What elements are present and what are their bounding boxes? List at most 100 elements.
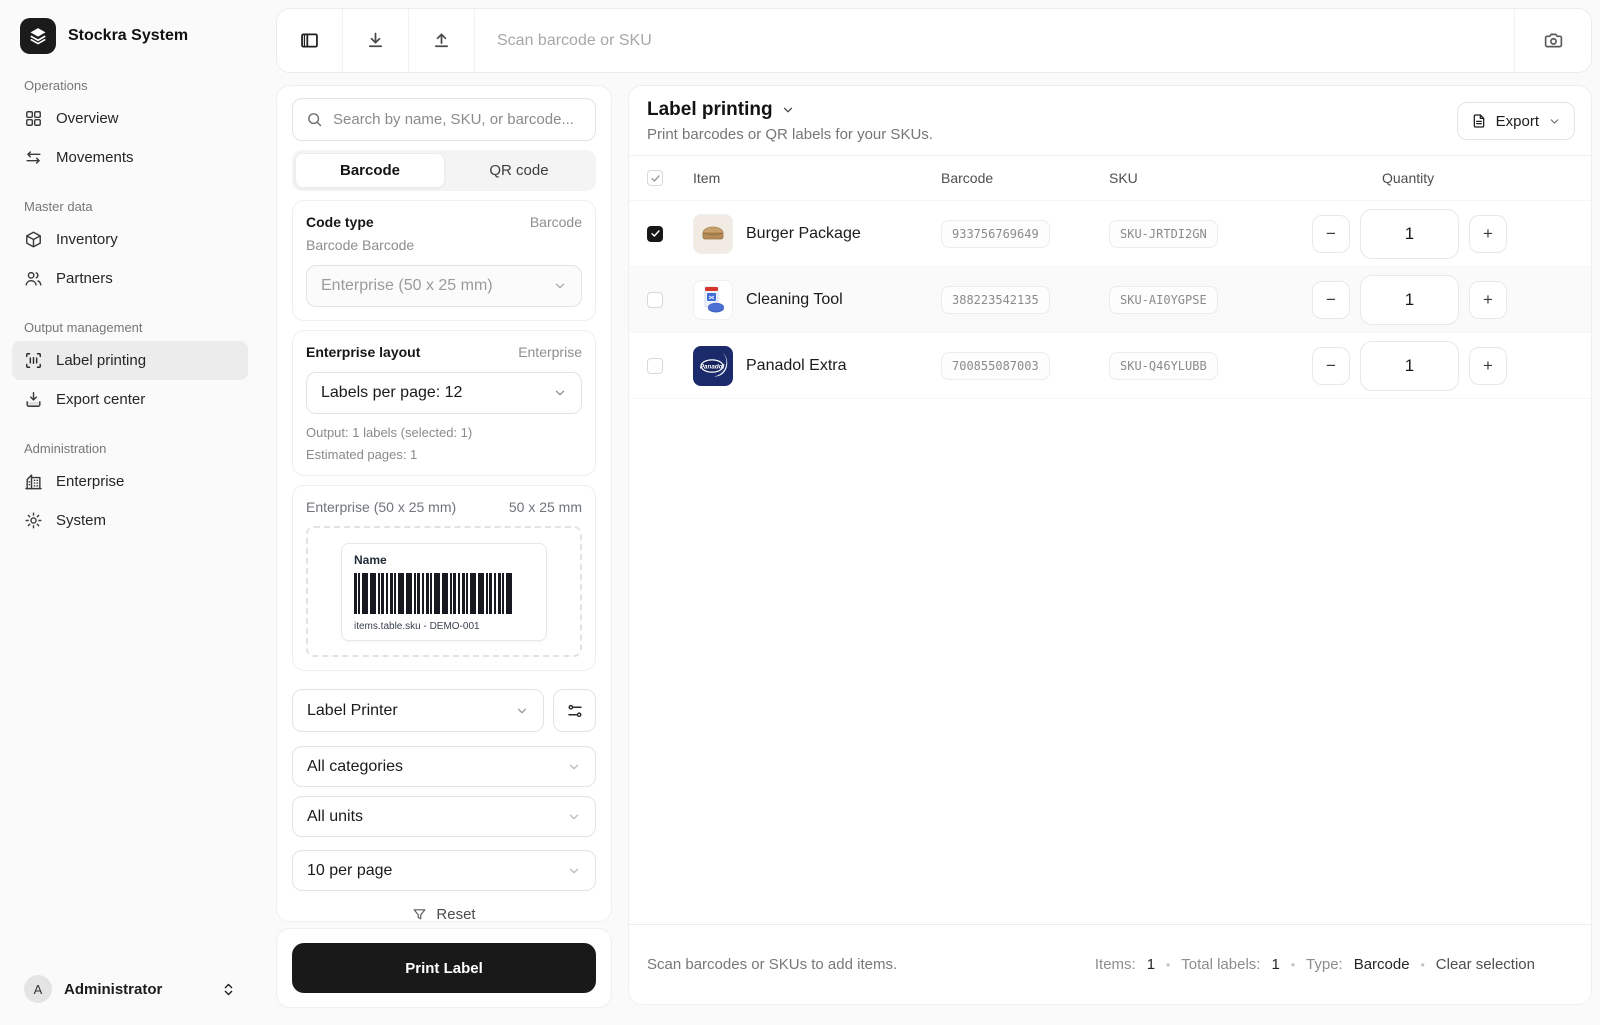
chevron-down-icon bbox=[1548, 115, 1561, 128]
unit-filter-value: All units bbox=[307, 807, 364, 825]
sidebar-item-partners[interactable]: Partners bbox=[12, 259, 248, 298]
sidebar-item-export-center[interactable]: Export center bbox=[12, 380, 248, 419]
user-menu[interactable]: A Administrator bbox=[12, 967, 248, 1011]
page-size-select[interactable]: 10 per page bbox=[292, 850, 596, 891]
users-icon bbox=[24, 269, 43, 288]
sidebar-item-label-printing[interactable]: Label printing bbox=[12, 341, 248, 380]
upload-icon bbox=[431, 30, 452, 51]
row-checkbox[interactable] bbox=[647, 225, 663, 242]
export-button[interactable]: Export bbox=[1456, 102, 1575, 140]
page-size-value: 10 per page bbox=[307, 861, 393, 879]
quantity-decrease-button[interactable]: − bbox=[1312, 280, 1350, 319]
print-label-button[interactable]: Print Label bbox=[292, 943, 596, 993]
labels-per-page-value: Labels per page: 12 bbox=[321, 384, 463, 401]
import-button[interactable] bbox=[343, 9, 409, 72]
pages-summary: Estimated pages: 1 bbox=[306, 447, 418, 462]
sidebar-item-system[interactable]: System bbox=[12, 501, 248, 540]
page-title: Label printing bbox=[647, 99, 773, 120]
search-icon bbox=[306, 111, 323, 128]
select-all-checkbox[interactable] bbox=[647, 170, 663, 186]
quantity-increase-button[interactable]: + bbox=[1469, 346, 1507, 385]
chevron-down-icon bbox=[567, 864, 581, 878]
tab-qr-code[interactable]: QR code bbox=[445, 153, 593, 188]
sku-badge: SKU-JRTDI2GN bbox=[1109, 219, 1218, 248]
chevron-down-icon bbox=[553, 386, 567, 400]
sidebar-item-label: System bbox=[56, 512, 107, 529]
preview-template-name: Enterprise (50 x 25 mm) bbox=[306, 499, 457, 515]
sidebar-item-label: Enterprise bbox=[56, 473, 125, 490]
barcode-badge: 388223542135 bbox=[941, 285, 1050, 314]
quantity-input[interactable] bbox=[1360, 340, 1459, 391]
quantity-decrease-button[interactable]: − bbox=[1312, 346, 1350, 385]
scan-hint: Scan barcodes or SKUs to add items. bbox=[647, 956, 898, 973]
reset-filters-button[interactable]: Reset bbox=[292, 906, 596, 922]
quantity-input[interactable] bbox=[1360, 208, 1459, 259]
sliders-icon bbox=[566, 702, 584, 720]
separator-dot: • bbox=[1166, 957, 1171, 972]
barcode-badge: 933756769649 bbox=[941, 219, 1050, 248]
sidebar-item-movements[interactable]: Movements bbox=[12, 138, 248, 177]
sidebar-item-inventory[interactable]: Inventory bbox=[12, 220, 248, 259]
clear-selection-button[interactable]: Clear selection bbox=[1436, 956, 1535, 973]
section-label-master-data: Master data bbox=[24, 199, 93, 214]
layout-title: Enterprise layout bbox=[306, 344, 421, 360]
minus-icon: − bbox=[1326, 355, 1336, 375]
code-type-tabs: Barcode QR code bbox=[292, 150, 596, 191]
separator-dot: • bbox=[1290, 957, 1296, 972]
print-action-card: Print Label bbox=[276, 928, 612, 1008]
download-tray-icon bbox=[24, 390, 43, 409]
template-select[interactable]: Enterprise (50 x 25 mm) bbox=[306, 265, 582, 307]
code-type-title: Code type bbox=[306, 214, 374, 230]
column-header-sku: SKU bbox=[1109, 170, 1138, 186]
reset-label: Reset bbox=[436, 906, 476, 922]
section-label-operations: Operations bbox=[24, 78, 88, 93]
label-config-panel: Barcode QR code Code type Barcode Barcod… bbox=[276, 85, 612, 922]
table-row: Burger Package 933756769649 SKU-JRTDI2GN… bbox=[629, 201, 1591, 267]
status-bar: Scan barcodes or SKUs to add items. Item… bbox=[629, 924, 1591, 1004]
stockra-logo bbox=[20, 18, 56, 54]
sidebar-item-enterprise[interactable]: Enterprise bbox=[12, 462, 248, 501]
sidebar-toggle-button[interactable] bbox=[277, 9, 343, 72]
total-labels-label: Total labels: bbox=[1181, 956, 1261, 973]
printer-select-value: Label Printer bbox=[307, 701, 398, 719]
quantity-increase-button[interactable]: + bbox=[1469, 214, 1507, 253]
label-name-text: Name bbox=[354, 552, 387, 567]
item-name: Cleaning Tool bbox=[746, 290, 843, 308]
column-header-quantity: Quantity bbox=[1382, 170, 1435, 186]
scan-toolbar bbox=[276, 8, 1592, 73]
tab-barcode[interactable]: Barcode bbox=[295, 153, 445, 188]
chevron-down-icon bbox=[553, 279, 567, 293]
camera-icon bbox=[1543, 30, 1564, 51]
scan-input[interactable] bbox=[475, 9, 1514, 72]
building-icon bbox=[24, 472, 43, 491]
table-row: Panadol Panadol Extra 700855087003 SKU-Q… bbox=[629, 333, 1591, 399]
product-search[interactable] bbox=[292, 98, 596, 141]
chevron-down-icon bbox=[567, 760, 581, 774]
export-upload-button[interactable] bbox=[409, 9, 475, 72]
code-type-card: Code type Barcode Barcode Barcode Enterp… bbox=[292, 200, 596, 321]
sidebar-item-label: Label printing bbox=[56, 352, 147, 369]
avatar: A bbox=[24, 975, 52, 1003]
row-checkbox[interactable] bbox=[647, 357, 663, 374]
printer-settings-button[interactable] bbox=[553, 689, 596, 732]
product-search-input[interactable] bbox=[333, 111, 582, 128]
quantity-increase-button[interactable]: + bbox=[1469, 280, 1507, 319]
barcode-bars bbox=[354, 572, 512, 614]
preview-sheet: Name items.table.sku - DEMO-001 bbox=[306, 526, 582, 657]
label-preview: Name items.table.sku - DEMO-001 bbox=[341, 542, 547, 641]
quantity-input[interactable] bbox=[1360, 274, 1459, 325]
row-checkbox[interactable] bbox=[647, 291, 663, 308]
sidebar-item-overview[interactable]: Overview bbox=[12, 99, 248, 138]
category-filter-select[interactable]: All categories bbox=[292, 746, 596, 787]
code-type-subtitle: Barcode Barcode bbox=[306, 237, 415, 253]
printer-select[interactable]: Label Printer bbox=[292, 689, 544, 732]
labels-per-page-select[interactable]: Labels per page: 12 bbox=[306, 372, 582, 414]
unit-filter-select[interactable]: All units bbox=[292, 796, 596, 837]
download-icon bbox=[365, 30, 386, 51]
user-name: Administrator bbox=[64, 980, 163, 998]
camera-scan-button[interactable] bbox=[1514, 9, 1591, 72]
export-label: Export bbox=[1495, 112, 1539, 130]
sidebar-item-label: Export center bbox=[56, 391, 146, 408]
page-title-dropdown[interactable]: Label printing bbox=[647, 99, 933, 121]
quantity-decrease-button[interactable]: − bbox=[1312, 214, 1350, 253]
